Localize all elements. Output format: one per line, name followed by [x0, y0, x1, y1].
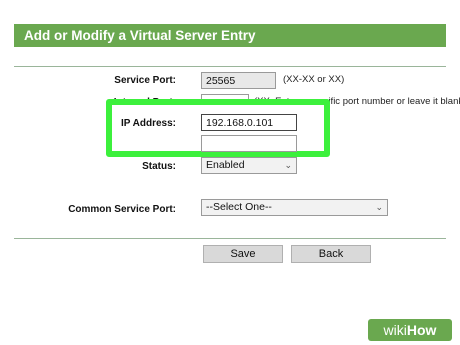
page-header: Add or Modify a Virtual Server Entry [14, 24, 446, 47]
wikihow-logo-wiki: wiki [383, 322, 407, 338]
back-button[interactable]: Back [291, 245, 371, 263]
status-value: Enabled [206, 159, 245, 171]
common-service-port-label: Common Service Port: [68, 204, 176, 215]
save-button[interactable]: Save [203, 245, 283, 263]
common-service-port-select[interactable]: --Select One-- ⌄ [201, 199, 388, 216]
service-port-label: Service Port: [114, 75, 176, 86]
chevron-down-icon: ⌄ [284, 160, 292, 170]
top-divider [14, 66, 446, 67]
protocol-select[interactable] [201, 135, 297, 152]
wikihow-logo: wikiHow [368, 319, 452, 341]
ip-address-label: IP Address: [120, 118, 176, 129]
service-port-input[interactable]: 25565 [201, 72, 276, 89]
wikihow-logo-how: How [406, 322, 437, 338]
bottom-divider [14, 238, 446, 239]
service-port-hint: (XX-XX or XX) [283, 74, 345, 85]
common-service-port-value: --Select One-- [206, 201, 272, 213]
ip-address-input[interactable]: 192.168.0.101 [201, 114, 297, 131]
status-label: Status: [142, 161, 176, 172]
status-select[interactable]: Enabled ⌄ [201, 157, 297, 174]
chevron-down-icon: ⌄ [375, 202, 383, 212]
